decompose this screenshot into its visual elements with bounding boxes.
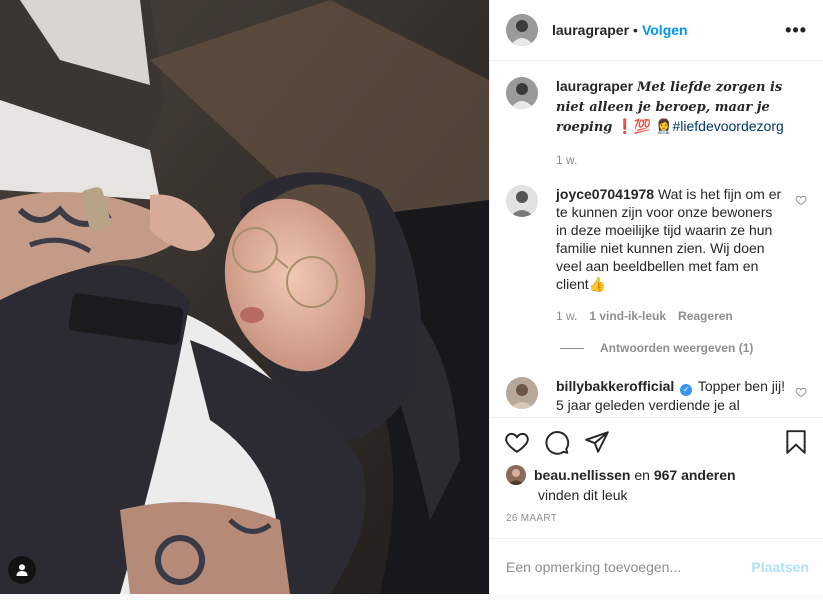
view-replies-button[interactable]: Antwoorden weergeven (1)	[560, 341, 807, 355]
avatar-image	[506, 465, 526, 485]
reply-button[interactable]: Reageren	[678, 307, 733, 325]
header-username[interactable]: lauragraper	[552, 22, 629, 38]
caption-meta: 1 w.	[556, 151, 785, 169]
post-header: lauragraper • Volgen •••	[490, 0, 823, 61]
avatar-image	[506, 77, 538, 109]
view-replies-label: Antwoorden weergeven (1)	[600, 341, 754, 355]
avatar-image	[506, 377, 538, 409]
comment-time[interactable]: 1 w.	[556, 307, 577, 325]
comment-username[interactable]: joyce07041978	[556, 186, 654, 202]
comment-likes[interactable]: 1 vind-ik-leuk	[589, 307, 666, 325]
caption-username[interactable]: lauragraper	[556, 78, 633, 94]
post-sidebar: lauragraper • Volgen ••• lauragraper Met…	[489, 0, 823, 594]
comment-icon[interactable]	[544, 429, 570, 455]
liker-username[interactable]: beau.nellissen	[534, 467, 630, 483]
replies-divider	[560, 347, 584, 349]
comments-list[interactable]: lauragraper Met liefde zorgen is niet al…	[490, 61, 823, 417]
post-modal: lauragraper • Volgen ••• lauragraper Met…	[0, 0, 823, 594]
caption-row: lauragraper Met liefde zorgen is niet al…	[506, 77, 807, 169]
hashtag-emoji: 👩‍⚕️	[655, 118, 673, 134]
avatar-image	[506, 14, 538, 46]
avatar[interactable]	[506, 14, 538, 46]
likes-suffix: vinden dit leuk	[538, 487, 628, 503]
hashtag-link[interactable]: #liefdevoordezorg	[672, 118, 783, 134]
avatar-image	[506, 185, 538, 217]
heart-icon[interactable]	[795, 194, 807, 206]
comment-meta: 1 w. 1 vind-ik-leuk Reageren	[556, 307, 785, 325]
follow-button[interactable]: Volgen	[642, 22, 688, 38]
post-date[interactable]: 26 MAART	[490, 503, 823, 538]
post-photo[interactable]	[0, 0, 489, 594]
more-icon[interactable]: •••	[785, 21, 807, 39]
avatar[interactable]	[506, 185, 538, 217]
comment-body: billybakkerofficial ✓ Topper ben jij! 5 …	[556, 377, 807, 414]
likes-others-link[interactable]: 967 anderen	[654, 467, 736, 483]
bookmark-icon[interactable]	[783, 429, 809, 455]
avatar[interactable]	[506, 377, 538, 409]
user-icon	[16, 564, 28, 576]
page-background-strip	[0, 594, 823, 600]
comment-body: joyce07041978 Wat is het fijn om er te k…	[556, 185, 807, 325]
share-icon[interactable]	[584, 429, 610, 455]
comment-input[interactable]	[506, 558, 752, 575]
add-comment-form: Plaatsen	[490, 538, 823, 594]
caption-body: lauragraper Met liefde zorgen is niet al…	[556, 77, 807, 169]
likes-connector: en	[630, 467, 654, 483]
separator-dot: •	[633, 22, 638, 38]
likes-summary: beau.nellissen en 967 anderen	[490, 465, 823, 485]
user-tags-button[interactable]	[8, 556, 36, 584]
caption-emoji: ❗💯	[616, 118, 652, 134]
avatar[interactable]	[506, 465, 526, 485]
verified-badge-icon: ✓	[680, 384, 693, 396]
heart-icon[interactable]	[504, 429, 530, 455]
comment-row: joyce07041978 Wat is het fijn om er te k…	[506, 185, 807, 325]
caption-time[interactable]: 1 w.	[556, 151, 577, 169]
post-comment-button[interactable]: Plaatsen	[751, 559, 809, 575]
comment-username[interactable]: billybakkerofficial	[556, 378, 674, 394]
avatar[interactable]	[506, 77, 538, 109]
selfie-image	[0, 0, 489, 594]
comment-row: billybakkerofficial ✓ Topper ben jij! 5 …	[506, 377, 807, 414]
action-bar	[490, 417, 823, 465]
heart-icon[interactable]	[795, 386, 807, 398]
